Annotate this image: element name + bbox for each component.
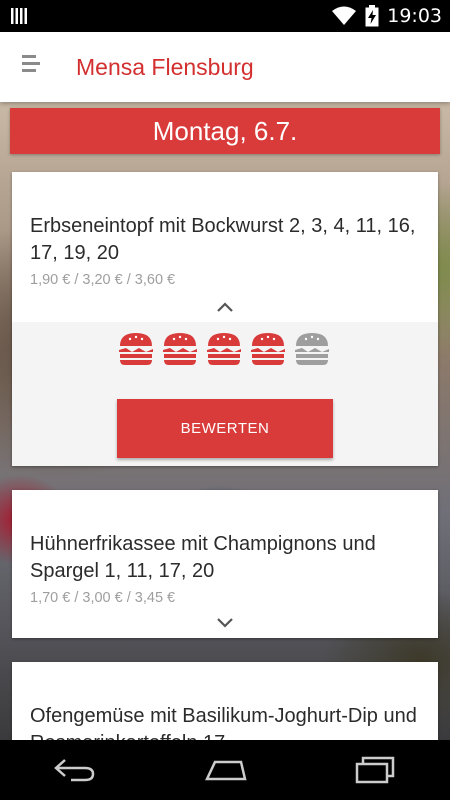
app-bar: Mensa Flensburg <box>0 32 450 102</box>
burger-filled-icon[interactable] <box>249 331 287 367</box>
battery-charging-icon <box>365 5 379 27</box>
rate-button[interactable]: BEWERTEN <box>117 399 333 458</box>
meal-card[interactable]: Erbseneintopf mit Bockwurst 2, 3, 4, 11,… <box>12 172 438 466</box>
home-icon <box>205 760 247 781</box>
burger-rating[interactable] <box>117 331 331 367</box>
day-header: Montag, 6.7. <box>10 108 440 154</box>
back-button[interactable] <box>45 750 105 790</box>
menu-icon[interactable] <box>22 55 52 79</box>
meal-card[interactable]: Ofengemüse mit Basilikum-Joghurt-Dip und… <box>12 662 438 752</box>
home-button[interactable] <box>195 750 255 790</box>
status-bar: 19:03 <box>0 0 450 32</box>
notification-area <box>0 7 30 25</box>
chevron-up-icon[interactable] <box>215 300 235 314</box>
clock: 19:03 <box>387 5 442 27</box>
burger-filled-icon[interactable] <box>161 331 199 367</box>
meal-name: Erbseneintopf mit Bockwurst 2, 3, 4, 11,… <box>30 215 416 264</box>
burger-filled-icon[interactable] <box>205 331 243 367</box>
back-icon <box>54 759 95 782</box>
meal-price: 1,90 € / 3,20 € / 3,60 € <box>30 272 176 288</box>
notification-bars-icon <box>11 8 27 24</box>
app-title: Mensa Flensburg <box>76 53 254 80</box>
burger-empty-icon[interactable] <box>293 331 331 367</box>
wifi-icon <box>332 6 357 25</box>
chevron-down-icon[interactable] <box>215 616 235 630</box>
meal-price: 1,70 € / 3,00 € / 3,45 € <box>30 590 176 606</box>
meal-name: Hühnerfrikassee mit Champignons und Spar… <box>30 533 376 582</box>
recent-apps-button[interactable] <box>345 750 405 790</box>
meal-card[interactable]: Hühnerfrikassee mit Champignons und Spar… <box>12 490 438 638</box>
burger-filled-icon[interactable] <box>117 331 155 367</box>
navigation-bar <box>0 740 450 800</box>
recent-apps-icon <box>355 756 395 784</box>
